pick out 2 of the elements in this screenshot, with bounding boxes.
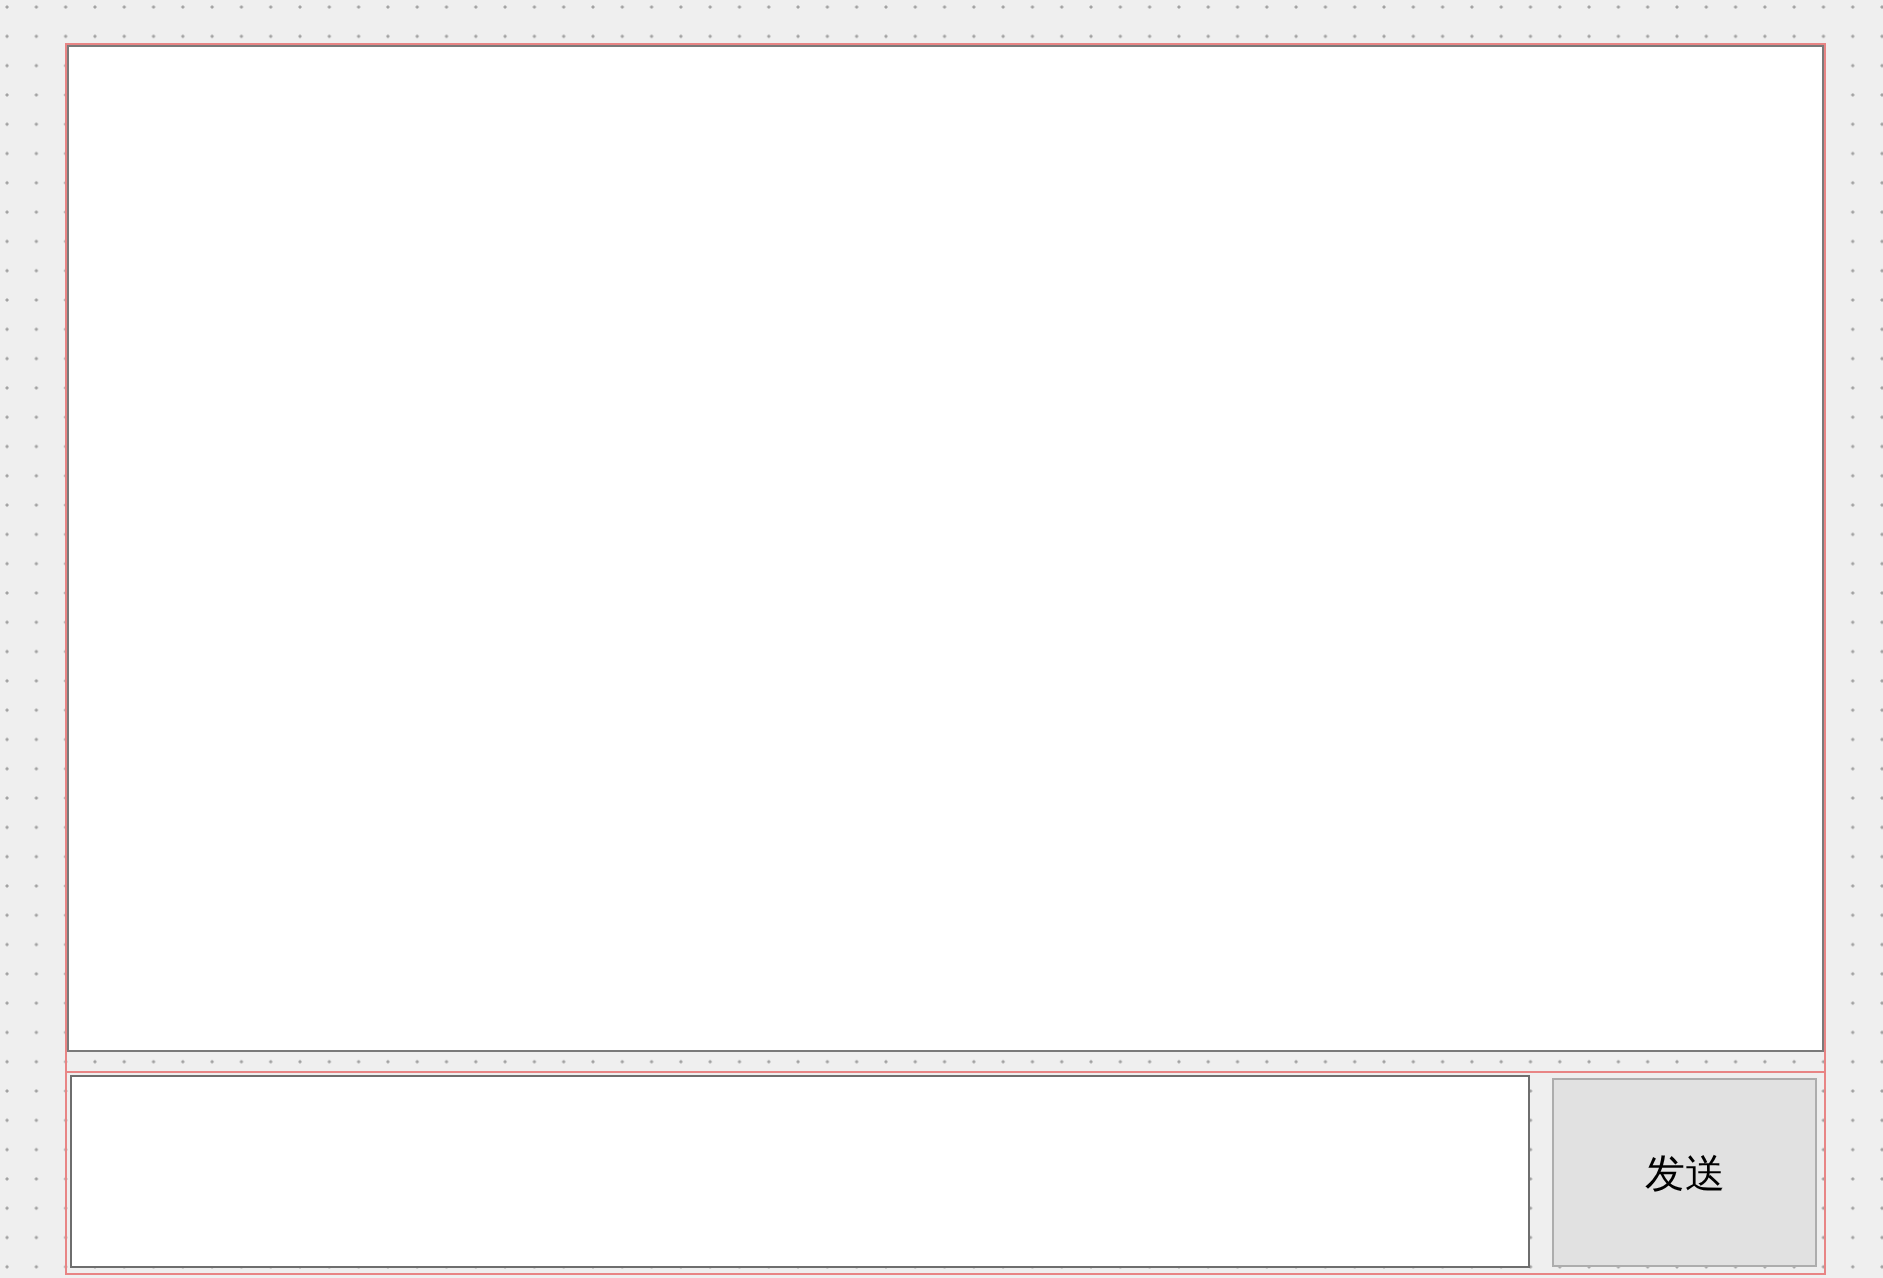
send-button[interactable]: 发送 — [1552, 1078, 1817, 1267]
message-input[interactable] — [70, 1075, 1530, 1268]
